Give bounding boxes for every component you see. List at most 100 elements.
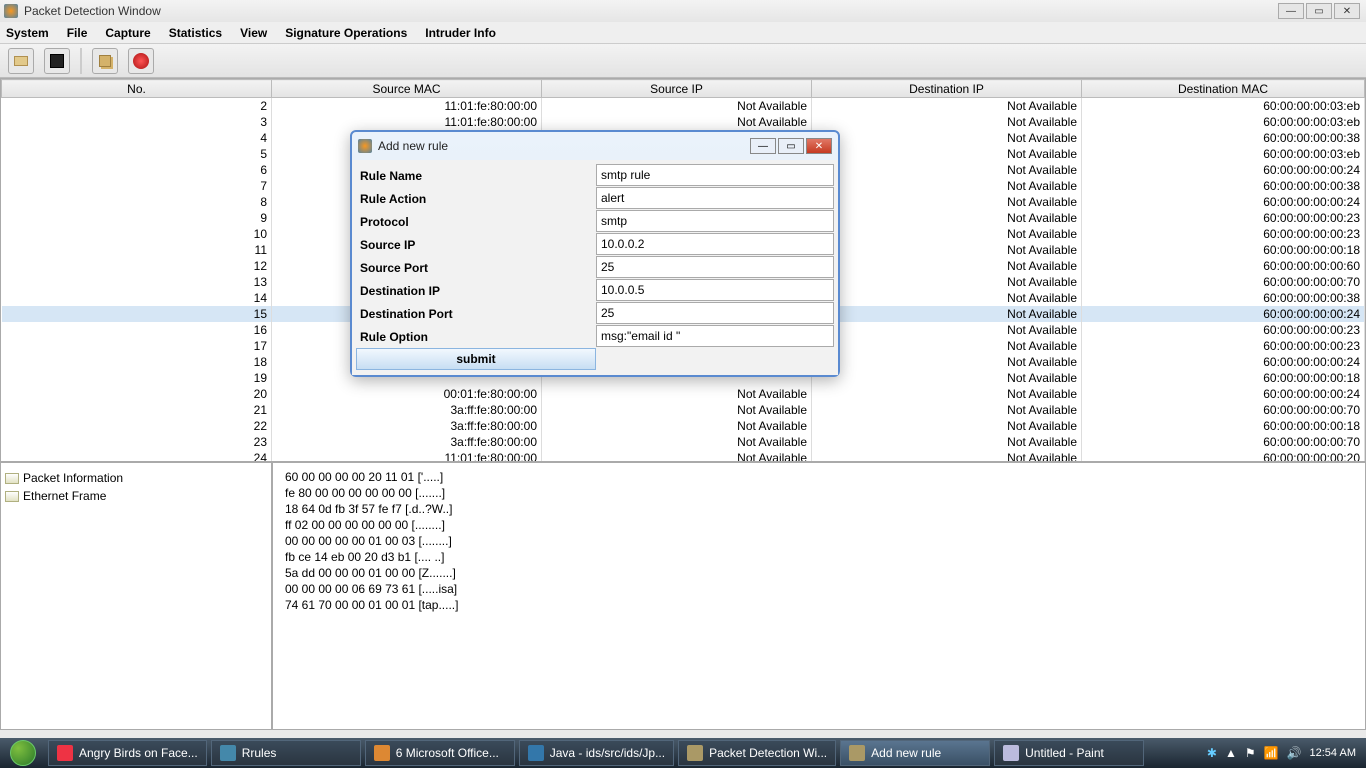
tree-item-packet-info[interactable]: Packet Information: [5, 469, 267, 487]
col-source-ip[interactable]: Source IP: [542, 80, 812, 98]
cell: Not Available: [812, 258, 1082, 274]
tray-clock[interactable]: 12:54 AM: [1310, 747, 1356, 759]
cell: Not Available: [812, 306, 1082, 322]
capture-icon: [133, 53, 149, 69]
cell: 11:01:fe:80:00:00: [272, 450, 542, 463]
cell: 6: [2, 162, 272, 178]
cell: 60:00:00:00:00:70: [1082, 274, 1365, 290]
capture-button[interactable]: [128, 48, 154, 74]
label-rule-name: Rule Name: [356, 164, 596, 187]
cell: Not Available: [812, 290, 1082, 306]
taskbar-label: 6 Microsoft Office...: [396, 746, 499, 760]
floppy-icon: [50, 54, 64, 68]
cell: 60:00:00:00:00:38: [1082, 290, 1365, 306]
dialog-maximize-button[interactable]: ▭: [778, 138, 804, 154]
cell: 11:01:fe:80:00:00: [272, 114, 542, 130]
taskbar-item[interactable]: Packet Detection Wi...: [678, 740, 836, 766]
cell: 18: [2, 354, 272, 370]
cell: Not Available: [542, 434, 812, 450]
cell: Not Available: [542, 418, 812, 434]
taskbar-item[interactable]: Untitled - Paint: [994, 740, 1144, 766]
cell: Not Available: [812, 370, 1082, 386]
dialog-titlebar[interactable]: Add new rule — ▭ ✕: [352, 132, 838, 160]
tray-arrow-icon[interactable]: ▲: [1225, 746, 1237, 760]
input-rule-action[interactable]: [596, 187, 834, 209]
dialog-minimize-button[interactable]: —: [750, 138, 776, 154]
cell: 60:00:00:00:00:18: [1082, 370, 1365, 386]
menu-intruder-info[interactable]: Intruder Info: [425, 26, 496, 40]
input-source-ip[interactable]: [596, 233, 834, 255]
col-destination-mac[interactable]: Destination MAC: [1082, 80, 1365, 98]
cell: 60:00:00:00:00:24: [1082, 194, 1365, 210]
taskbar-item[interactable]: 6 Microsoft Office...: [365, 740, 515, 766]
cell: 00:01:fe:80:00:00: [272, 386, 542, 402]
maximize-button[interactable]: ▭: [1306, 3, 1332, 19]
input-protocol[interactable]: [596, 210, 834, 232]
window-controls: — ▭ ✕: [1276, 3, 1360, 19]
taskbar-item[interactable]: Angry Birds on Face...: [48, 740, 207, 766]
save-button[interactable]: [44, 48, 70, 74]
input-source-port[interactable]: [596, 256, 834, 278]
submit-button[interactable]: submit: [356, 348, 596, 370]
cell: Not Available: [812, 338, 1082, 354]
input-rule-name[interactable]: [596, 164, 834, 186]
table-row[interactable]: 2411:01:fe:80:00:00Not AvailableNot Avai…: [2, 450, 1365, 463]
menu-signature-operations[interactable]: Signature Operations: [285, 26, 407, 40]
copy-icon: [99, 55, 111, 67]
menu-statistics[interactable]: Statistics: [169, 26, 222, 40]
tray-network-icon[interactable]: 📶: [1264, 746, 1279, 760]
app-icon: [687, 745, 703, 761]
dialog-body: Rule Name Rule Action Protocol Source IP…: [352, 160, 838, 375]
copy-button[interactable]: [92, 48, 118, 74]
cell: 60:00:00:00:00:23: [1082, 210, 1365, 226]
menu-file[interactable]: File: [67, 26, 88, 40]
menu-view[interactable]: View: [240, 26, 267, 40]
input-dest-port[interactable]: [596, 302, 834, 324]
table-row[interactable]: 223a:ff:fe:80:00:00Not AvailableNot Avai…: [2, 418, 1365, 434]
cell: 60:00:00:00:00:23: [1082, 322, 1365, 338]
taskbar-item[interactable]: Rrules: [211, 740, 361, 766]
cell: 10: [2, 226, 272, 242]
cell: Not Available: [542, 450, 812, 463]
minimize-button[interactable]: —: [1278, 3, 1304, 19]
hex-line: 00 00 00 00 06 69 73 61 [.....isa]: [285, 581, 1353, 597]
cell: 60:00:00:00:00:18: [1082, 418, 1365, 434]
table-row[interactable]: 213a:ff:fe:80:00:00Not AvailableNot Avai…: [2, 402, 1365, 418]
tree-panel: Packet Information Ethernet Frame: [0, 462, 272, 730]
input-dest-ip[interactable]: [596, 279, 834, 301]
start-button[interactable]: [0, 738, 46, 768]
col-destination-ip[interactable]: Destination IP: [812, 80, 1082, 98]
cell: 16: [2, 322, 272, 338]
cell: 60:00:00:00:00:24: [1082, 354, 1365, 370]
col-no[interactable]: No.: [2, 80, 272, 98]
col-source-mac[interactable]: Source MAC: [272, 80, 542, 98]
cell: 24: [2, 450, 272, 463]
table-row[interactable]: 311:01:fe:80:00:00Not AvailableNot Avail…: [2, 114, 1365, 130]
tray-flag-icon[interactable]: ⚑: [1245, 746, 1256, 760]
open-button[interactable]: [8, 48, 34, 74]
cell: 3a:ff:fe:80:00:00: [272, 434, 542, 450]
table-row[interactable]: 211:01:fe:80:00:00Not AvailableNot Avail…: [2, 98, 1365, 114]
input-rule-option[interactable]: [596, 325, 834, 347]
table-row[interactable]: 2000:01:fe:80:00:00Not AvailableNot Avai…: [2, 386, 1365, 402]
main-window-titlebar: Packet Detection Window — ▭ ✕: [0, 0, 1366, 22]
dialog-close-button[interactable]: ✕: [806, 138, 832, 154]
table-row[interactable]: 233a:ff:fe:80:00:00Not AvailableNot Avai…: [2, 434, 1365, 450]
hex-panel: 60 00 00 00 00 20 11 01 ['.....]fe 80 00…: [272, 462, 1366, 730]
taskbar-item[interactable]: Add new rule: [840, 740, 990, 766]
tree-item-ethernet-frame[interactable]: Ethernet Frame: [5, 487, 267, 505]
taskbar-label: Add new rule: [871, 746, 941, 760]
label-protocol: Protocol: [356, 210, 596, 233]
tray-bluetooth-icon[interactable]: ✱: [1207, 746, 1217, 760]
menu-system[interactable]: System: [6, 26, 49, 40]
menu-capture[interactable]: Capture: [105, 26, 150, 40]
cell: Not Available: [812, 178, 1082, 194]
folder-icon: [5, 491, 19, 502]
hex-line: 60 00 00 00 00 20 11 01 ['.....]: [285, 469, 1353, 485]
taskbar-item[interactable]: Java - ids/src/ids/Jp...: [519, 740, 674, 766]
tray-volume-icon[interactable]: 🔊: [1287, 746, 1302, 760]
cell: 60:00:00:00:00:18: [1082, 242, 1365, 258]
close-button[interactable]: ✕: [1334, 3, 1360, 19]
label-source-ip: Source IP: [356, 233, 596, 256]
cell: 21: [2, 402, 272, 418]
